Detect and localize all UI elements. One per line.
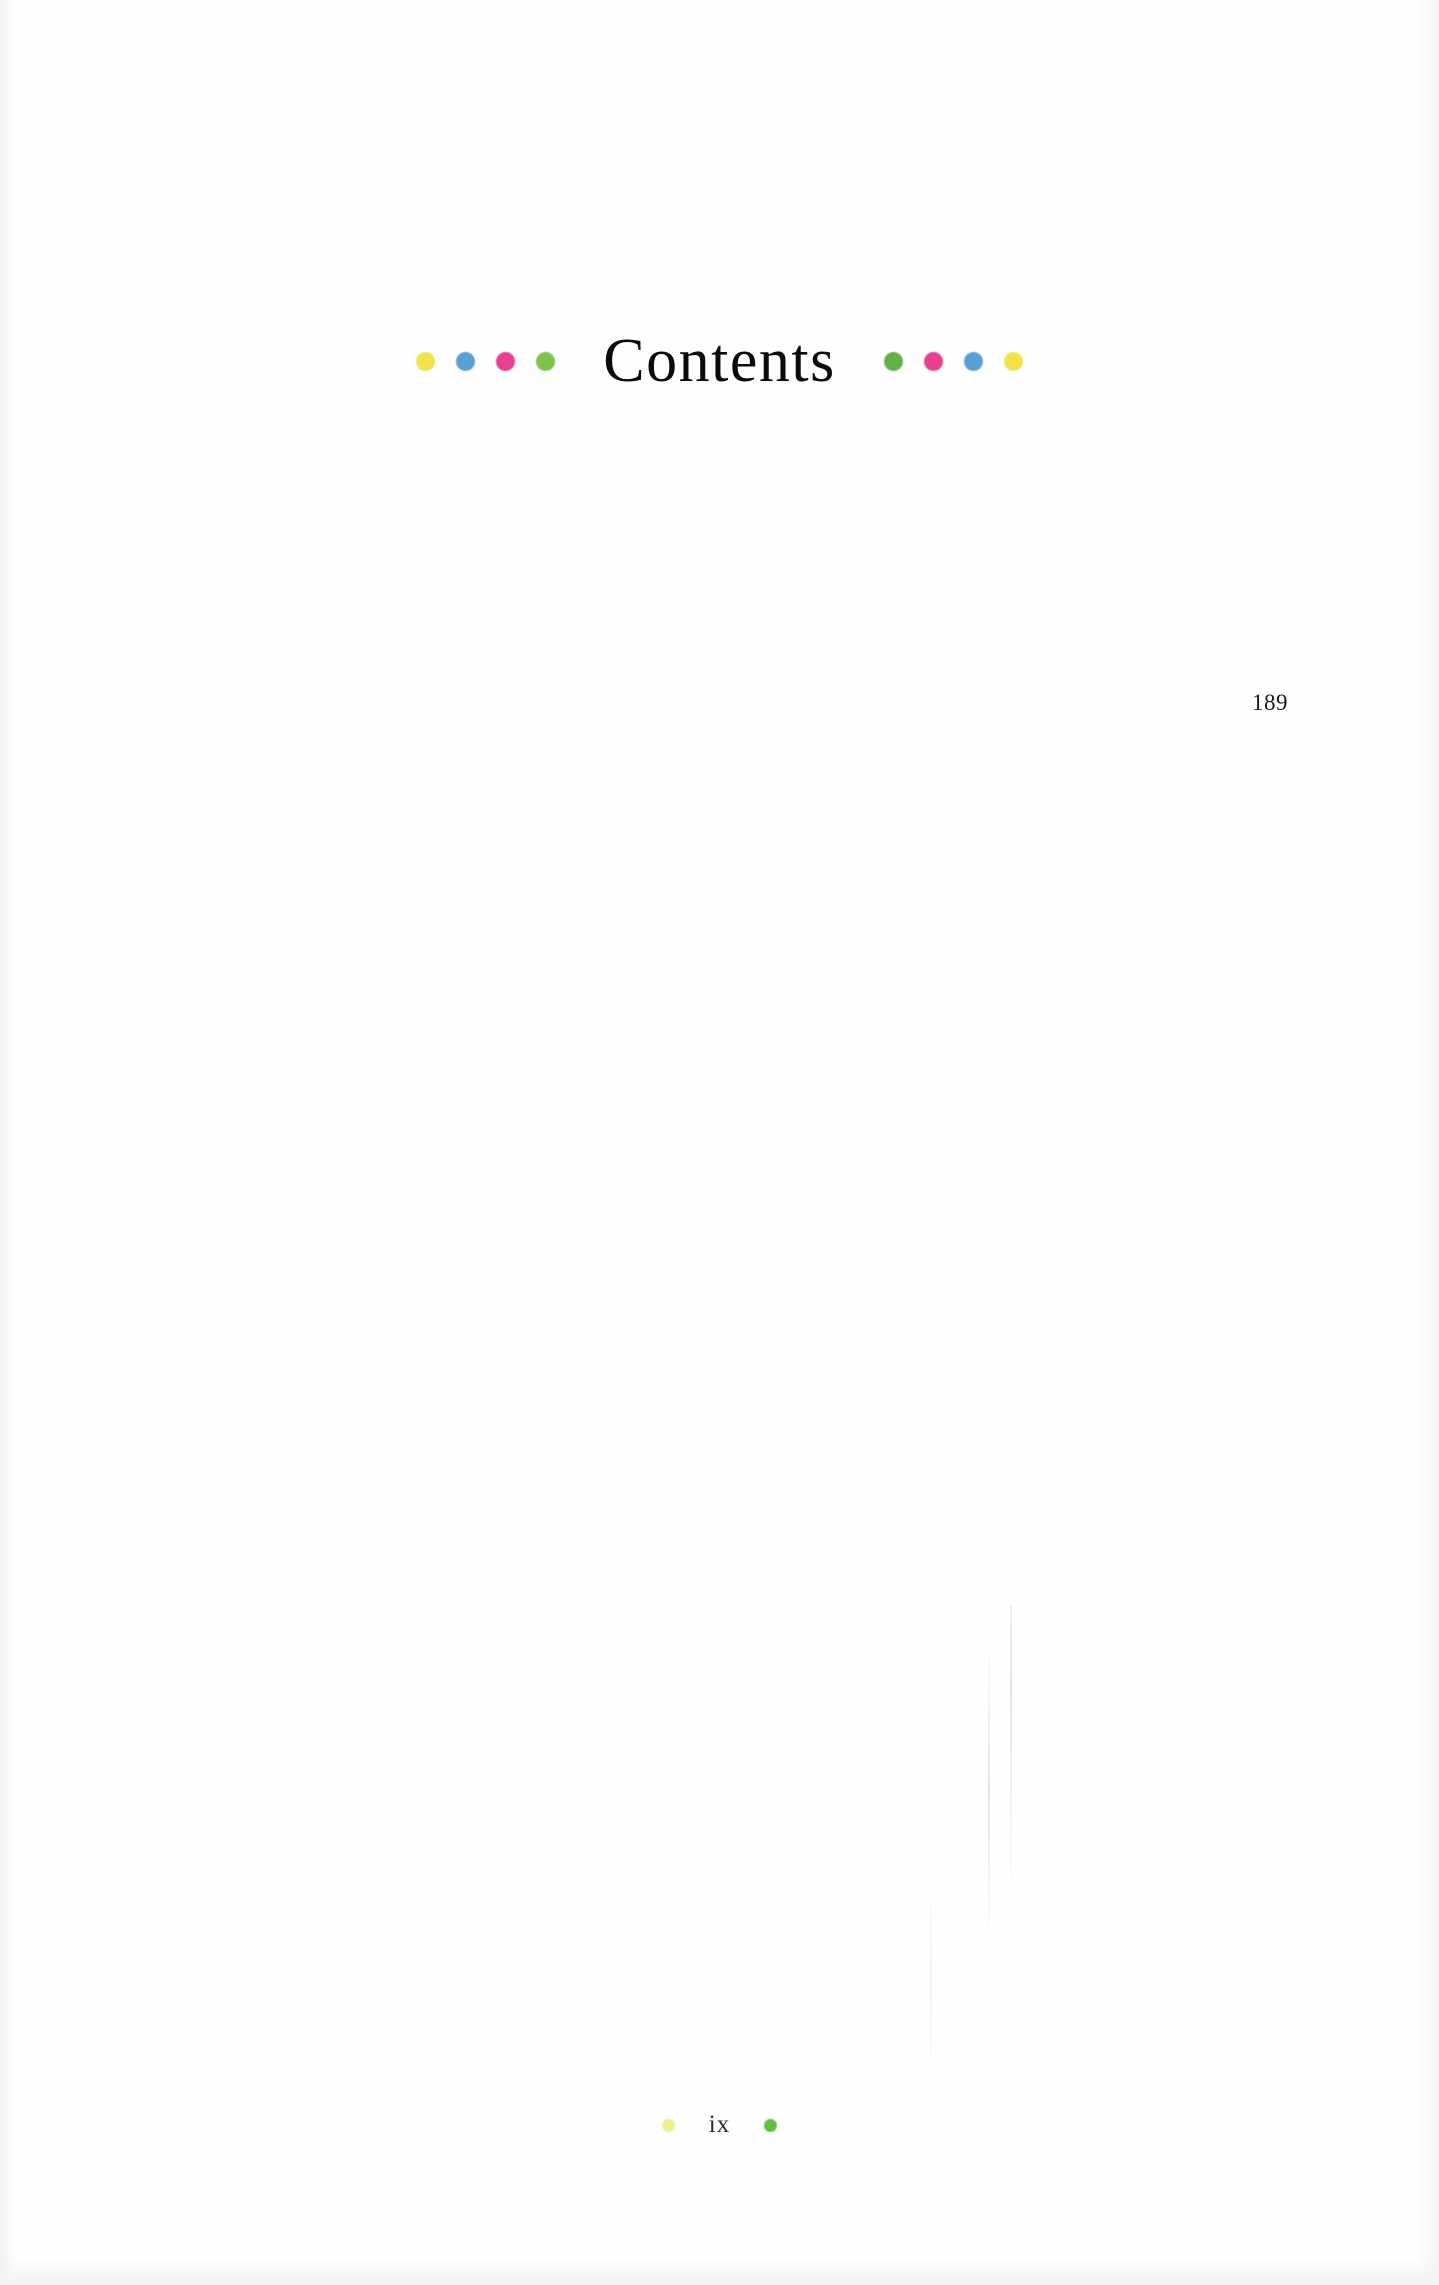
book-page: Contents Introduction1 1Why ask, “Why ar… <box>0 0 1439 2285</box>
table-of-contents: Introduction1 1Why ask, “Why are we kind… <box>132 690 1288 1606</box>
ornament-dot-yellow <box>1003 351 1023 371</box>
ornament-dot-green <box>536 351 556 371</box>
ornament-dot-yellow <box>416 351 436 371</box>
ornament-dot-green <box>883 351 903 371</box>
ornament-dots-right <box>883 351 1023 371</box>
paper-edge-bottom <box>0 2259 1439 2285</box>
ornament-dots-left <box>416 351 556 371</box>
scan-artifact-streak <box>930 1880 932 2080</box>
ornament-dot-blue <box>963 351 983 371</box>
scan-artifact-streak <box>988 1640 990 1940</box>
toc-page-number: 189 <box>132 690 1288 1606</box>
page-footer: ix <box>0 2111 1439 2139</box>
toc-group-back-matter: Conclusion171What to read next181Acknowl… <box>132 690 1288 1606</box>
page-folio: ix <box>708 2111 731 2138</box>
footer-dot-left <box>661 2118 675 2132</box>
toc-entry-row[interactable]: Notes189 <box>132 690 1288 1606</box>
ornament-dot-blue <box>456 351 476 371</box>
page-title-block: Contents <box>0 330 1439 392</box>
ornament-dot-pink <box>496 351 516 371</box>
footer-dot-right <box>764 2118 778 2132</box>
page-title: Contents <box>603 327 836 395</box>
ornament-dot-pink <box>923 351 943 371</box>
